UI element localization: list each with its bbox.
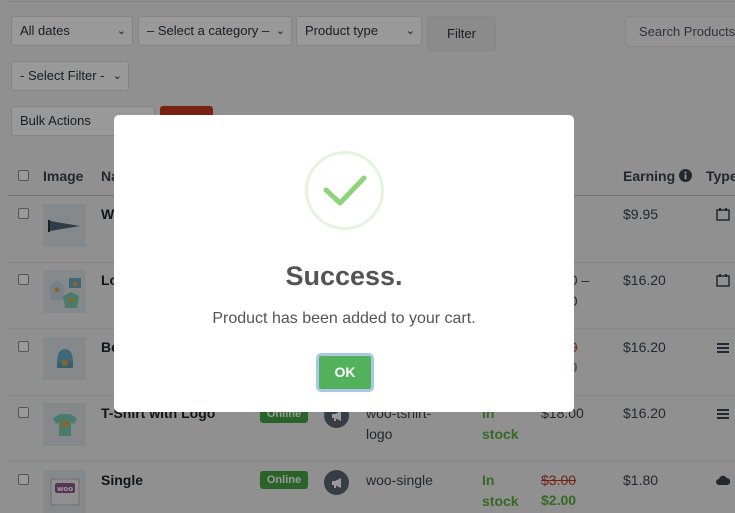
dialog-title: Success. (285, 261, 403, 291)
checkmark-icon (323, 175, 367, 206)
ok-button[interactable]: OK (316, 353, 374, 392)
dialog-message: Product has been added to your cart. (212, 310, 476, 327)
success-icon (305, 151, 384, 230)
success-dialog: Success. Product has been added to your … (114, 115, 574, 412)
